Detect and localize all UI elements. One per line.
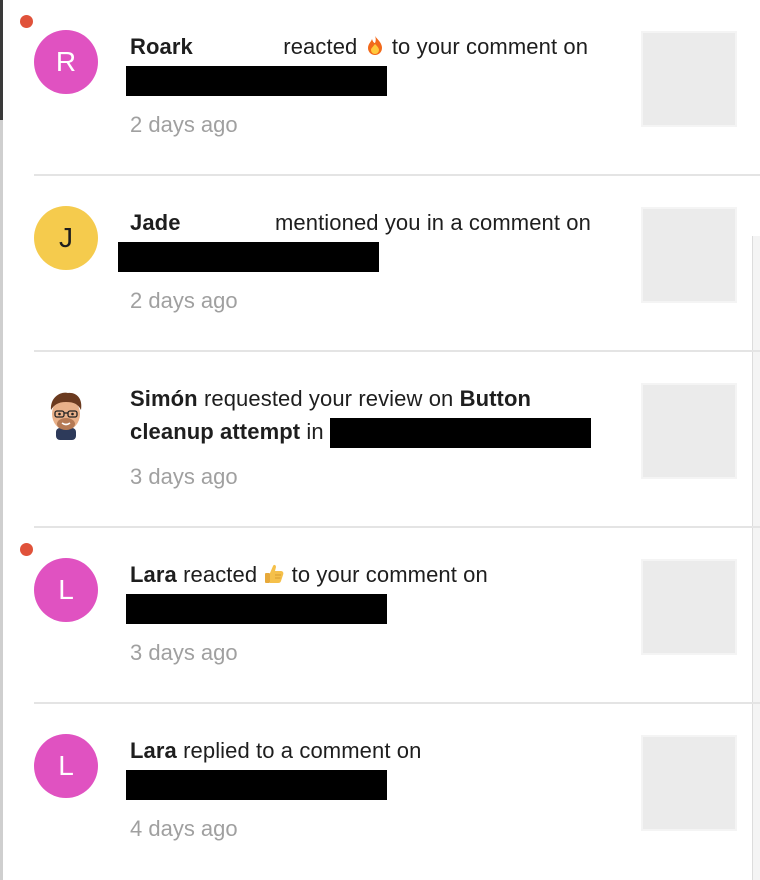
avatar[interactable]: L xyxy=(34,734,98,798)
panel-left-edge xyxy=(0,0,3,880)
avatar-initial: L xyxy=(58,574,74,605)
notification-item[interactable]: Simón requested your review on Button cl… xyxy=(34,352,760,528)
redacted-target[interactable] xyxy=(118,242,379,273)
notification-text: Simón requested your review on Button cl… xyxy=(130,382,606,449)
actor-name[interactable]: Simón xyxy=(130,386,198,411)
avatar-initial: J xyxy=(59,222,73,253)
action-text: requested your review on xyxy=(203,386,454,411)
notification-item[interactable]: L Lara reacted to your comment on 3 days… xyxy=(20,528,760,704)
action-text: reacted xyxy=(183,562,258,587)
actor-name[interactable]: Roark xyxy=(130,34,193,59)
connector-text: in xyxy=(306,419,324,444)
panel-left-edge-accent xyxy=(0,0,3,120)
redacted-target[interactable] xyxy=(126,66,387,97)
notification-text: Lara replied to a comment on xyxy=(126,734,606,801)
avatar[interactable]: J xyxy=(34,206,98,270)
thumbnail-placeholder[interactable] xyxy=(641,31,737,127)
avatar-initial: R xyxy=(55,46,77,77)
actor-name[interactable]: Lara xyxy=(130,738,177,763)
redacted-target[interactable] xyxy=(126,770,387,801)
redacted-name-suffix xyxy=(199,33,278,64)
avatar[interactable] xyxy=(34,382,98,446)
avatar[interactable]: L xyxy=(34,558,98,622)
action-text: to your comment on xyxy=(291,562,488,587)
action-text: mentioned you in a comment on xyxy=(274,210,591,235)
unread-indicator xyxy=(20,15,33,28)
thumbs-up-emoji-icon xyxy=(265,564,284,583)
fire-emoji-icon xyxy=(367,36,382,55)
notification-item[interactable]: R Roark reacted to your comment on 2 day… xyxy=(20,0,760,176)
unread-indicator xyxy=(20,543,33,556)
review-target-name[interactable]: Button xyxy=(460,386,531,411)
action-text: to your comment on xyxy=(391,34,589,59)
notification-text: Lara reacted to your comment on xyxy=(126,558,606,625)
timestamp: 4 days ago xyxy=(130,816,238,841)
timestamp: 2 days ago xyxy=(130,112,238,137)
notification-text: Roark reacted to your comment on xyxy=(126,30,606,97)
thumbnail-placeholder[interactable] xyxy=(641,383,737,479)
redacted-target[interactable] xyxy=(126,594,387,625)
timestamp: 3 days ago xyxy=(130,640,238,665)
thumbnail-placeholder[interactable] xyxy=(641,559,737,655)
thumbnail-placeholder[interactable] xyxy=(641,207,737,303)
timestamp: 2 days ago xyxy=(130,288,238,313)
avatar[interactable]: R xyxy=(34,30,98,94)
redacted-target[interactable] xyxy=(329,418,591,449)
actor-name[interactable]: Lara xyxy=(130,562,177,587)
actor-name[interactable]: Jade xyxy=(130,210,181,235)
notification-item[interactable]: J Jade mentioned you in a comment on 2 d… xyxy=(34,176,760,352)
action-text: replied to a comment on xyxy=(183,738,422,763)
avatar-initial: L xyxy=(58,750,74,781)
action-text: reacted xyxy=(283,34,358,59)
timestamp: 3 days ago xyxy=(130,464,238,489)
redacted-name-suffix xyxy=(186,209,269,240)
notification-item[interactable]: L Lara replied to a comment on 4 days ag… xyxy=(34,704,760,880)
review-target-name[interactable]: cleanup attempt xyxy=(130,419,300,444)
memoji-avatar-icon xyxy=(50,392,82,440)
thumbnail-placeholder[interactable] xyxy=(641,735,737,831)
notification-text: Jade mentioned you in a comment on xyxy=(118,206,606,273)
